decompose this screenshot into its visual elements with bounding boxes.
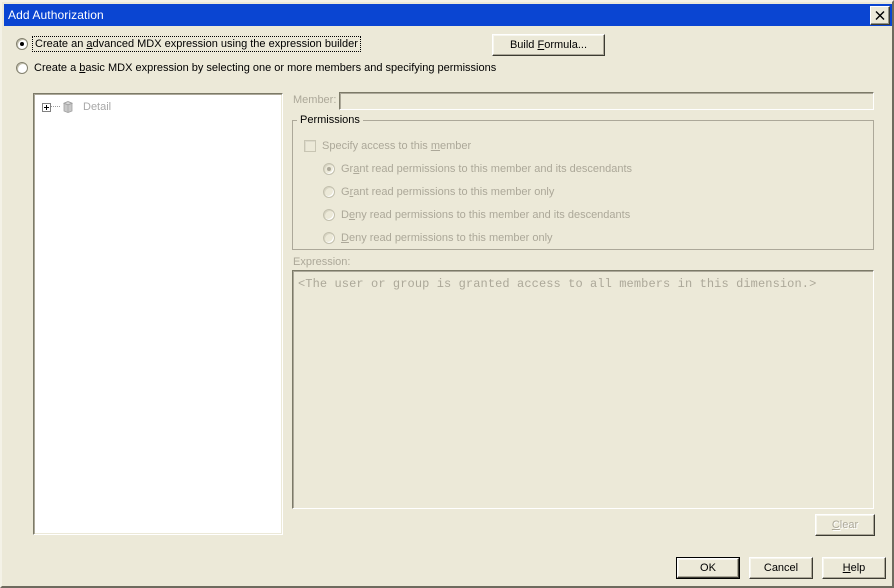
radio-basic-mdx-dot bbox=[16, 62, 28, 74]
radio-deny-only-dot bbox=[323, 232, 335, 244]
radio-advanced-mdx-label: Create an advanced MDX expression using … bbox=[32, 36, 361, 52]
build-formula-label: Build Formula... bbox=[509, 39, 588, 51]
radio-deny-descendants[interactable]: Deny read permissions to this member and… bbox=[323, 209, 630, 221]
radio-deny-only-label: Deny read permissions to this member onl… bbox=[341, 232, 553, 244]
checkbox-specify-access-box bbox=[304, 140, 316, 152]
radio-grant-only-dot bbox=[323, 186, 335, 198]
radio-grant-only-label: Grant read permissions to this member on… bbox=[341, 186, 555, 198]
checkbox-specify-access[interactable]: Specify access to this member bbox=[304, 140, 471, 152]
help-button[interactable]: Help bbox=[822, 557, 886, 579]
radio-grant-only[interactable]: Grant read permissions to this member on… bbox=[323, 186, 554, 198]
member-input[interactable] bbox=[339, 92, 874, 110]
radio-deny-descendants-label: Deny read permissions to this member and… bbox=[341, 209, 631, 221]
radio-grant-descendants[interactable]: Grant read permissions to this member an… bbox=[323, 163, 632, 175]
radio-deny-descendants-dot bbox=[323, 209, 335, 221]
checkbox-specify-access-label: Specify access to this member bbox=[322, 140, 472, 152]
title-bar: Add Authorization bbox=[4, 4, 892, 26]
member-label: Member: bbox=[293, 94, 337, 106]
tree-item-label: Detail bbox=[83, 101, 112, 113]
close-x-icon bbox=[875, 11, 885, 20]
radio-advanced-mdx[interactable]: Create an advanced MDX expression using … bbox=[16, 36, 361, 52]
member-tree-panel[interactable]: Detail bbox=[33, 93, 283, 535]
build-formula-button[interactable]: Build Formula... bbox=[492, 34, 605, 56]
add-authorization-dialog: Add Authorization Create an advanced MDX… bbox=[0, 0, 894, 588]
radio-deny-only[interactable]: Deny read permissions to this member onl… bbox=[323, 232, 553, 244]
radio-advanced-mdx-dot bbox=[16, 38, 28, 50]
permissions-legend: Permissions bbox=[297, 114, 363, 126]
expression-textarea[interactable]: <The user or group is granted access to … bbox=[292, 270, 874, 509]
help-button-label: Help bbox=[842, 562, 866, 574]
tree-item-detail[interactable]: Detail bbox=[42, 100, 111, 114]
expression-text: <The user or group is granted access to … bbox=[298, 277, 817, 291]
ok-button-label: OK bbox=[700, 562, 716, 574]
member-input-value bbox=[340, 93, 873, 97]
ok-button[interactable]: OK bbox=[676, 557, 740, 579]
radio-basic-mdx-label: Create a basic MDX expression by selecti… bbox=[34, 62, 497, 74]
plus-icon[interactable] bbox=[42, 102, 51, 112]
tree-connector-line bbox=[51, 106, 60, 108]
window-title: Add Authorization bbox=[8, 8, 104, 22]
radio-basic-mdx[interactable]: Create a basic MDX expression by selecti… bbox=[16, 62, 496, 74]
expression-label: Expression: bbox=[293, 256, 351, 268]
ok-button-inner: OK bbox=[677, 558, 739, 578]
radio-grant-descendants-dot bbox=[323, 163, 335, 175]
close-button[interactable] bbox=[870, 6, 890, 25]
clear-button-label: Clear bbox=[831, 519, 859, 531]
cancel-button[interactable]: Cancel bbox=[749, 557, 813, 579]
cancel-button-label: Cancel bbox=[763, 562, 799, 574]
radio-grant-descendants-label: Grant read permissions to this member an… bbox=[341, 163, 633, 175]
cube-icon bbox=[61, 100, 75, 114]
clear-button[interactable]: Clear bbox=[815, 514, 875, 536]
